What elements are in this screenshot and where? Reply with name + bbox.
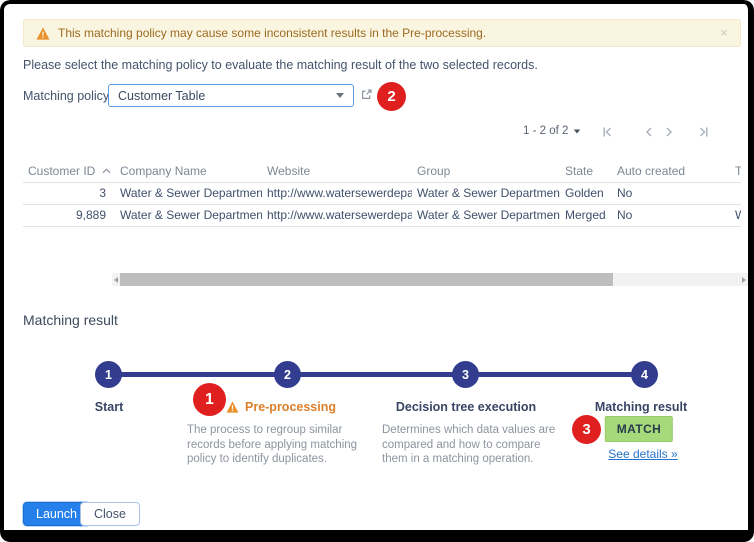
step-label-matching-result: Matching result: [595, 400, 687, 414]
pagination-range-label: 1 - 2 of 2: [523, 125, 568, 137]
step-label-start: Start: [95, 400, 123, 414]
matching-policy-value: Customer Table: [118, 89, 336, 103]
cell-auto-created: No: [612, 182, 730, 204]
step-description-decision-tree: Determines which data values are compare…: [382, 423, 564, 467]
step-circle-1: 1: [95, 361, 122, 388]
cell-website: http://www.watersewerdepartm: [262, 204, 412, 226]
column-header-state[interactable]: State: [560, 163, 612, 182]
warning-banner-text: This matching policy may cause some inco…: [58, 26, 486, 40]
table-row[interactable]: 3 Water & Sewer Department http://www.wa…: [23, 182, 741, 204]
records-table: Customer ID Company Name Website Group S…: [23, 163, 741, 227]
chevron-down-icon: [574, 129, 580, 133]
warning-icon: [36, 27, 50, 40]
cell-company-name: Water & Sewer Department: [115, 204, 262, 226]
match-status-badge: MATCH: [605, 416, 673, 442]
cell-website: http://www.watersewerdepartm: [262, 182, 412, 204]
previous-page-button[interactable]: [643, 126, 655, 138]
matching-policy-select[interactable]: Customer Table: [108, 84, 354, 107]
table-header-row: Customer ID Company Name Website Group S…: [23, 163, 741, 182]
cell-target: Wa: [730, 204, 741, 226]
scrollbar-thumb[interactable]: [120, 273, 613, 286]
intro-text: Please select the matching policy to eva…: [23, 58, 538, 72]
step-circle-2: 2: [274, 361, 301, 388]
step-description-pre-processing: The process to regroup similar records b…: [187, 423, 369, 467]
cell-state: Golden: [560, 182, 612, 204]
column-header-auto-created[interactable]: Auto created: [612, 163, 730, 182]
cell-state: Merged: [560, 204, 612, 226]
pagination-range[interactable]: 1 - 2 of 2: [523, 125, 581, 137]
next-page-button[interactable]: [663, 126, 675, 138]
cell-group: Water & Sewer Department: [412, 182, 560, 204]
warning-icon: [226, 401, 239, 413]
annotation-2: 2: [377, 82, 406, 111]
stepper-line: [109, 372, 645, 377]
see-details-link[interactable]: See details »: [608, 447, 677, 461]
matching-policy-label: Matching policy: [23, 89, 109, 103]
step-circle-3: 3: [452, 361, 479, 388]
step-label-pre-processing: Pre-processing: [226, 400, 336, 414]
section-title: Matching result: [23, 312, 118, 328]
step-circle-4: 4: [631, 361, 658, 388]
evaluate-matching-dialog: This matching policy may cause some inco…: [0, 0, 754, 542]
scroll-right-icon[interactable]: [742, 277, 746, 283]
cell-auto-created: No: [612, 204, 730, 226]
horizontal-scrollbar[interactable]: [112, 273, 748, 286]
column-header-customer-id[interactable]: Customer ID: [23, 163, 115, 182]
first-page-button[interactable]: [601, 126, 613, 138]
sort-ascending-icon: [102, 168, 111, 174]
step-label-decision-tree: Decision tree execution: [396, 400, 536, 414]
scroll-left-icon[interactable]: [114, 277, 118, 283]
last-page-button[interactable]: [698, 126, 710, 138]
chevron-down-icon: [336, 93, 344, 98]
annotation-1: 1: [193, 383, 226, 416]
column-header-target[interactable]: Tar: [730, 163, 741, 182]
close-icon[interactable]: ×: [720, 26, 728, 39]
cell-group: Water & Sewer Department: [412, 204, 560, 226]
table-row[interactable]: 9,889 Water & Sewer Department http://ww…: [23, 204, 741, 226]
cell-company-name: Water & Sewer Department: [115, 182, 262, 204]
open-policy-external-link-icon[interactable]: [360, 88, 373, 101]
column-header-company-name[interactable]: Company Name: [115, 163, 262, 182]
cell-customer-id: 9,889: [23, 204, 115, 226]
annotation-3: 3: [572, 415, 601, 444]
cell-customer-id: 3: [23, 182, 115, 204]
column-header-group[interactable]: Group: [412, 163, 560, 182]
close-button[interactable]: Close: [80, 502, 140, 526]
column-header-website[interactable]: Website: [262, 163, 412, 182]
cell-target: [730, 182, 741, 204]
warning-banner: This matching policy may cause some inco…: [23, 19, 741, 47]
